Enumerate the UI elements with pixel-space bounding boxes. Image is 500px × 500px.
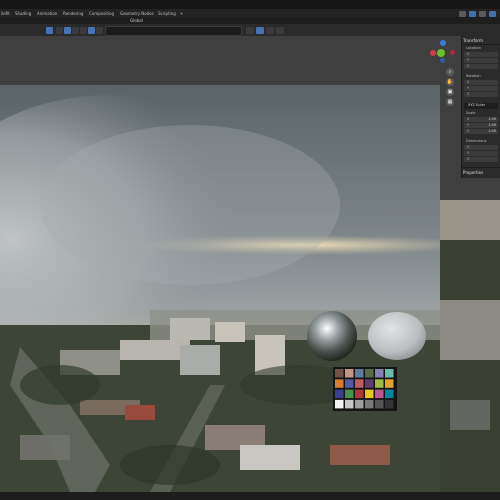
workspace-tab-scripting[interactable]: Scripting <box>158 11 176 16</box>
color-checker-patch <box>355 399 364 409</box>
color-checker-patch <box>375 369 384 378</box>
color-checker-patch <box>365 399 374 409</box>
color-checker-patch <box>355 369 364 378</box>
color-checker-patch <box>355 379 364 388</box>
dimensions-label: Dimensions <box>466 139 487 143</box>
color-checker-patch <box>335 399 344 409</box>
color-checker-patch <box>335 379 344 388</box>
panel-separator <box>462 44 500 45</box>
color-checker-patch <box>385 369 394 378</box>
scale-z-field[interactable]: Z 1.00 <box>464 129 498 134</box>
properties-panel-title[interactable]: Properties <box>463 170 483 175</box>
rotation-x-field[interactable]: X <box>464 80 498 85</box>
scale-x-field[interactable]: X 1.00 <box>464 117 498 122</box>
hdri-scene-extension <box>440 200 500 492</box>
rotation-label: Rotation <box>466 74 481 78</box>
color-checker-patch <box>365 389 374 399</box>
gizmo-y-axis-icon[interactable] <box>437 49 445 57</box>
color-checker-patch <box>335 369 344 378</box>
status-bar <box>0 492 500 500</box>
rotation-mode-dropdown[interactable]: XYZ Euler <box>464 103 498 109</box>
pan-hand-icon[interactable]: ✋ <box>446 78 454 86</box>
move-icon[interactable] <box>72 27 79 34</box>
color-checker-patch <box>345 369 354 378</box>
gizmo-neg-z-icon[interactable] <box>440 58 445 63</box>
filter-icon[interactable] <box>489 11 496 17</box>
rotation-y-field[interactable]: Y <box>464 86 498 91</box>
topbar-right-icons <box>459 11 496 17</box>
gizmo-neg-x-icon[interactable] <box>450 50 455 55</box>
top-menu-bar <box>0 0 500 9</box>
panel-separator <box>462 167 500 168</box>
location-x-field[interactable]: X <box>464 52 498 57</box>
perspective-toggle-icon[interactable]: ▦ <box>446 98 454 106</box>
dimensions-z-field[interactable]: Z <box>464 157 498 162</box>
workspace-tab-rendering[interactable]: Rendering <box>63 11 83 16</box>
scene-icon[interactable] <box>459 11 466 17</box>
scale-icon[interactable] <box>88 27 95 34</box>
color-checker-patch <box>365 379 374 388</box>
shading-icon[interactable] <box>276 27 284 34</box>
color-checker-patch <box>375 389 384 399</box>
scale-label: Scale <box>466 111 476 115</box>
location-z-field[interactable]: Z <box>464 64 498 69</box>
transform-panel-title[interactable]: Transform <box>463 38 483 43</box>
gizmo-x-axis-icon[interactable] <box>430 50 436 56</box>
overlay-icon[interactable] <box>266 27 274 34</box>
dimensions-x-field[interactable]: X <box>464 145 498 150</box>
select-mode-icon[interactable] <box>46 27 53 34</box>
scale-y-field[interactable]: Y 1.00 <box>464 123 498 128</box>
dimensions-y-field[interactable]: Y <box>464 151 498 156</box>
workspace-tab-shading[interactable]: Shading <box>15 11 31 16</box>
rotate-icon[interactable] <box>80 27 87 34</box>
color-checker-patch <box>345 379 354 388</box>
workspace-tab-compositing[interactable]: Compositing <box>89 11 114 16</box>
search-input[interactable] <box>105 26 242 36</box>
hdri-scene-image <box>0 85 440 492</box>
workspace-tab-animation[interactable]: Animation <box>37 11 57 16</box>
color-checker-patch <box>385 379 394 388</box>
transform-orientation-dropdown[interactable]: Global <box>130 18 143 23</box>
location-y-field[interactable]: Y <box>464 58 498 63</box>
color-checker-patch <box>335 389 344 399</box>
layer-icon[interactable] <box>479 11 486 17</box>
color-checker-patch <box>365 369 374 378</box>
gizmo-z-axis-icon[interactable] <box>440 40 446 46</box>
color-checker-patch <box>345 399 354 409</box>
box-select-icon[interactable] <box>56 27 63 34</box>
color-checker-patch <box>375 399 384 409</box>
view-layer-icon[interactable] <box>469 11 476 17</box>
zoom-icon[interactable]: ⌕ <box>446 68 454 76</box>
rotation-z-field[interactable]: Z <box>464 92 498 97</box>
transform-icon[interactable] <box>96 27 103 34</box>
cursor-icon[interactable] <box>64 27 71 34</box>
location-label: Location <box>466 46 481 50</box>
color-checker-patch <box>375 379 384 388</box>
color-checker-patch <box>385 389 394 399</box>
camera-view-icon[interactable]: ▣ <box>446 88 454 96</box>
color-checker-patch <box>345 389 354 399</box>
workspace-tab-layout[interactable]: ilefit <box>1 11 10 16</box>
view-icon[interactable] <box>246 27 254 34</box>
add-workspace-button[interactable]: + <box>180 11 183 16</box>
workspace-tab-geometry-nodes[interactable]: Geometry Nodes <box>120 11 154 16</box>
color-checker-patch <box>385 399 394 409</box>
color-checker-patch <box>355 389 364 399</box>
gizmo-icon[interactable] <box>256 27 264 34</box>
